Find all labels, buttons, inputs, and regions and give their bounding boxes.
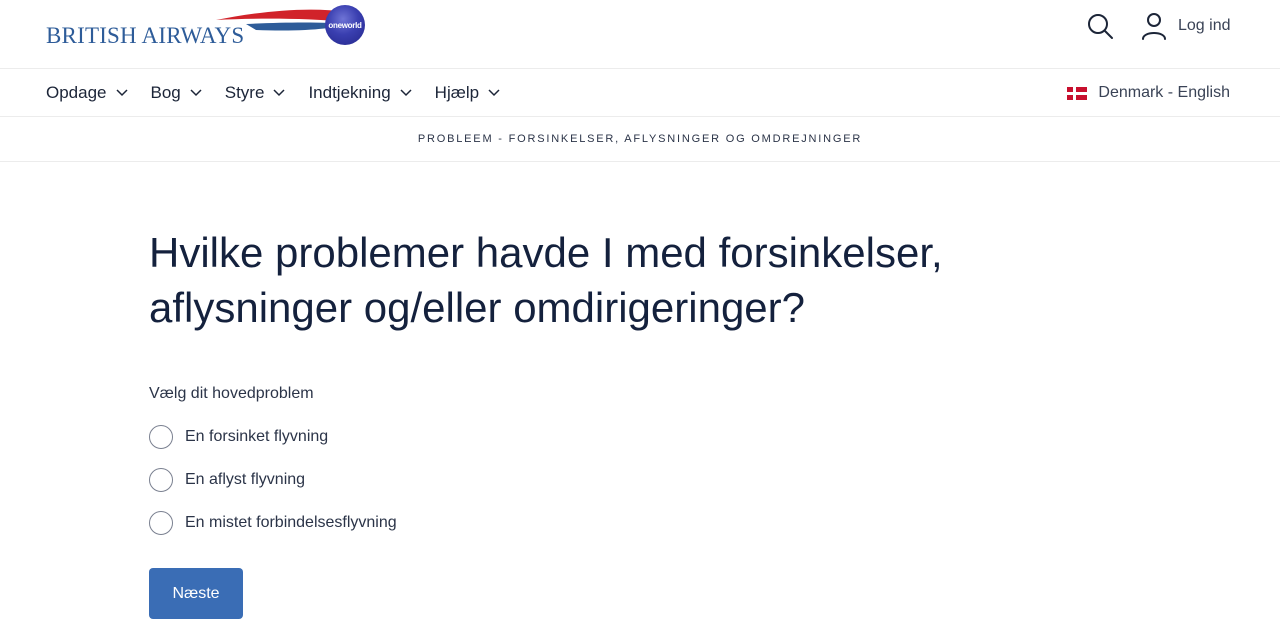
nav-item-label: Opdage: [46, 83, 107, 102]
nav-item-styre[interactable]: Styre: [225, 83, 287, 103]
radio-button[interactable]: [149, 510, 173, 535]
locale-selector[interactable]: Denmark - English: [1067, 69, 1230, 117]
nav-item-label: Styre: [224, 83, 265, 102]
nav-item-label: Hjælp: [434, 83, 480, 102]
top-header: BRITISH AIRWAYS oneworld Log ind: [0, 0, 1280, 69]
question-label: Vælg dit hovedproblem: [149, 385, 314, 402]
main-navigation: Opdage Bog Styre Indtjekning Hjælp Denma…: [0, 69, 1280, 117]
nav-item-label: Bog: [150, 83, 181, 102]
nav-item-hjaelp[interactable]: Hjælp: [435, 83, 501, 103]
main-content: Hvilke problemer havde I med forsinkelse…: [149, 225, 1049, 619]
chevron-down-icon: [115, 89, 128, 97]
radio-button[interactable]: [149, 424, 173, 449]
page-title: Hvilke problemer havde I med forsinkelse…: [149, 225, 1049, 335]
radio-button[interactable]: [149, 467, 173, 492]
next-button[interactable]: Næste: [149, 568, 243, 619]
option-cancelled-flight[interactable]: En aflyst flyvning: [149, 458, 1049, 501]
option-delayed-flight[interactable]: En forsinket flyvning: [149, 415, 1049, 458]
option-missed-connection[interactable]: En mistet forbindelsesflyvning: [149, 501, 1049, 544]
breadcrumb: PROBLEEM - FORSINKELSER, AFLYSNINGER OG …: [0, 117, 1280, 162]
british-airways-logo[interactable]: BRITISH AIRWAYS: [46, 4, 351, 50]
login-button[interactable]: Log ind: [1140, 10, 1231, 42]
login-label: Log ind: [1178, 17, 1231, 34]
option-label: En aflyst flyvning: [185, 470, 306, 488]
chevron-down-icon: [190, 89, 202, 97]
page-title-line-1: Hvilke problemer havde I med forsinkelse…: [149, 229, 943, 276]
nav-item-opdage[interactable]: Opdage: [46, 83, 129, 103]
denmark-flag-icon: [1067, 86, 1088, 100]
radio-group: En forsinket flyvning En aflyst flyvning…: [149, 415, 1049, 544]
option-label: En mistet forbindelsesflyvning: [185, 513, 397, 531]
breadcrumb-text: PROBLEEM - FORSINKELSER, AFLYSNINGER OG …: [417, 133, 863, 145]
option-label: En forsinket flyvning: [185, 427, 329, 445]
nav-item-indtjekning[interactable]: Indtjekning: [308, 83, 412, 103]
chevron-down-icon: [400, 89, 412, 97]
search-icon: [1088, 14, 1113, 39]
nav-item-label: Indtjekning: [308, 83, 391, 102]
user-icon: [1142, 13, 1166, 40]
nav-item-bog[interactable]: Bog: [151, 83, 203, 103]
oneworld-badge[interactable]: oneworld: [325, 5, 365, 45]
chevron-down-icon: [273, 89, 285, 97]
page-title-line-2: aflysninger og/eller omdirigeringer?: [149, 284, 806, 331]
locale-label: Denmark - English: [1098, 84, 1230, 101]
search-button[interactable]: [1084, 10, 1116, 42]
chevron-down-icon: [488, 89, 500, 97]
logo-wordmark: BRITISH AIRWAYS: [46, 23, 245, 48]
